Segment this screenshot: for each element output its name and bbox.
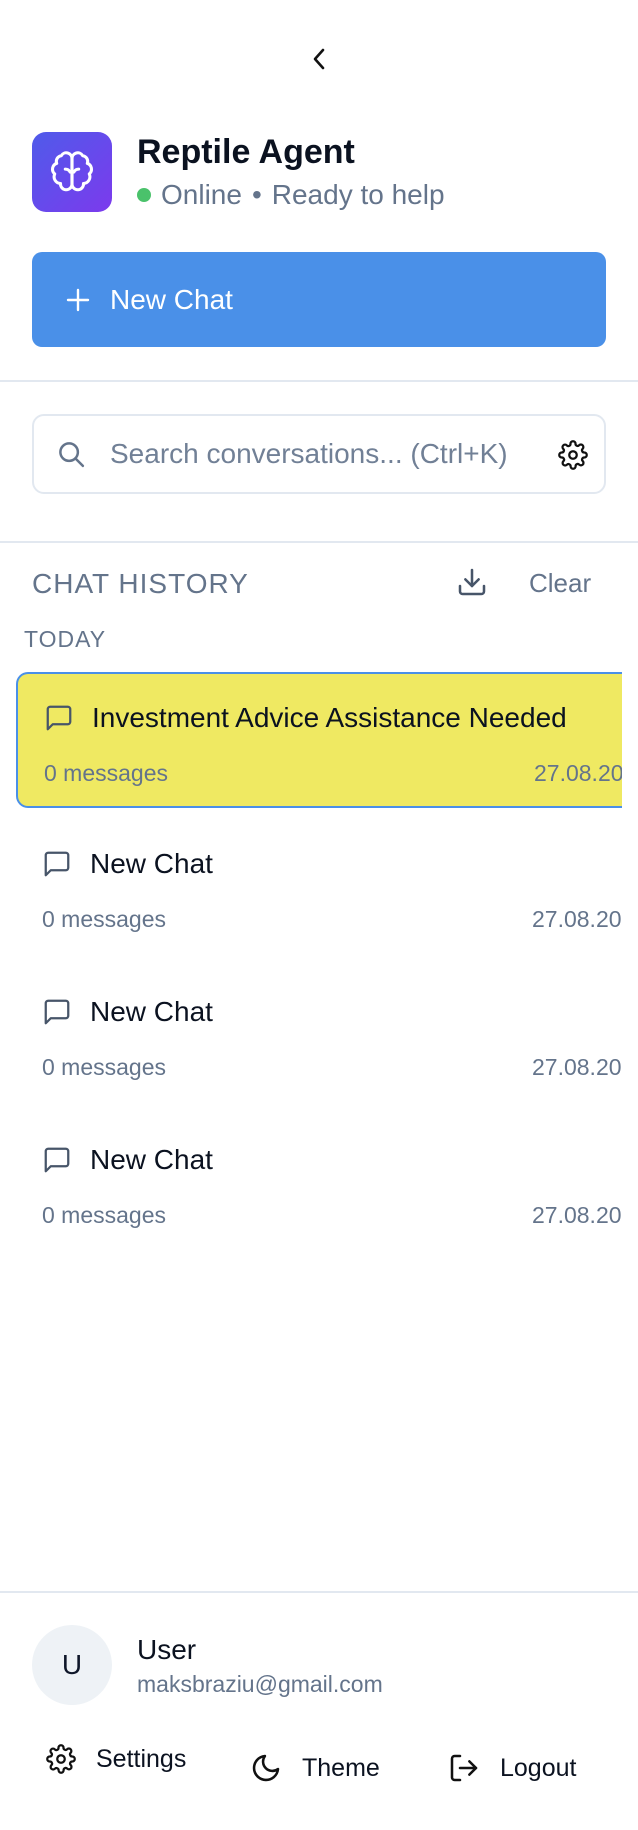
- message-square-icon: [46, 705, 72, 731]
- chat-item-count: 0 messages: [42, 1054, 167, 1080]
- chat-item-title: New Chat: [90, 1144, 213, 1175]
- message-square-icon: [44, 1147, 70, 1173]
- download-icon[interactable]: [456, 566, 488, 598]
- message-square-icon: [44, 851, 70, 877]
- chat-item[interactable]: New Chat 0 messages 27.08.2025: [16, 1116, 622, 1252]
- status-text: Online: [161, 179, 242, 210]
- chat-item[interactable]: New Chat 0 messages 27.08.2025: [16, 968, 622, 1104]
- settings-button[interactable]: Settings: [46, 1744, 186, 1774]
- logout-icon: [450, 1754, 478, 1782]
- message-square-icon: [44, 999, 70, 1025]
- chat-item-title: New Chat: [90, 848, 213, 879]
- chevron-left-icon: [313, 48, 325, 70]
- new-chat-label: New Chat: [110, 283, 233, 315]
- logout-label: Logout: [500, 1753, 577, 1782]
- divider: [0, 1591, 638, 1593]
- chat-history-title: CHAT HISTORY: [32, 568, 249, 599]
- chat-item-date: 27.08.2025: [532, 906, 622, 932]
- search-icon: [56, 439, 86, 469]
- settings-label: Settings: [96, 1744, 187, 1773]
- user-profile[interactable]: U User maksbraziu@gmail.com: [32, 1625, 383, 1705]
- gear-icon: [46, 1744, 76, 1774]
- online-status-dot: [137, 188, 151, 202]
- brain-icon: [50, 151, 94, 192]
- chat-item[interactable]: New Chat 0 messages 27.08.2025: [16, 820, 622, 956]
- avatar: U: [32, 1625, 112, 1705]
- user-email: maksbraziu@gmail.com: [137, 1670, 383, 1697]
- clear-history-button[interactable]: Clear: [529, 568, 591, 599]
- status-separator: •: [251, 179, 262, 210]
- chat-item-active[interactable]: Investment Advice Assistance Needed 0 me…: [16, 672, 622, 808]
- plus-icon: [66, 288, 90, 311]
- theme-label: Theme: [302, 1753, 380, 1782]
- chat-item-date: 27.08.2025: [532, 1202, 622, 1228]
- chat-item-count: 0 messages: [42, 906, 167, 932]
- brain-logo: [32, 132, 112, 212]
- theme-button[interactable]: Theme: [250, 1752, 380, 1784]
- chat-item-count: 0 messages: [44, 760, 169, 786]
- chat-item-title: New Chat: [90, 996, 213, 1027]
- app-title: Reptile Agent: [137, 133, 355, 171]
- new-chat-button[interactable]: New Chat: [32, 252, 606, 347]
- moon-icon: [252, 1754, 280, 1782]
- chat-item-title: Investment Advice Assistance Needed: [92, 702, 567, 733]
- user-name: User: [137, 1633, 197, 1665]
- search-settings-gear-icon[interactable]: [558, 440, 588, 470]
- search-box: [32, 414, 606, 494]
- search-input[interactable]: [110, 438, 530, 470]
- chat-list: Investment Advice Assistance Needed 0 me…: [0, 668, 622, 1268]
- chat-item-date: 27.08.2025: [532, 1054, 622, 1080]
- status-line: Online • Ready to help: [137, 178, 445, 212]
- divider: [0, 541, 638, 543]
- chat-history-header: CHAT HISTORY Clear: [32, 564, 606, 604]
- date-group-label: TODAY: [24, 626, 107, 652]
- app-header: Reptile Agent Online • Ready to help: [32, 132, 445, 212]
- status-detail: Ready to help: [271, 179, 445, 210]
- logout-button[interactable]: Logout: [448, 1752, 576, 1784]
- collapse-sidebar-button[interactable]: [304, 44, 334, 74]
- divider: [0, 380, 638, 382]
- chat-item-date: 27.08.2025: [534, 760, 622, 786]
- chat-item-count: 0 messages: [42, 1202, 167, 1228]
